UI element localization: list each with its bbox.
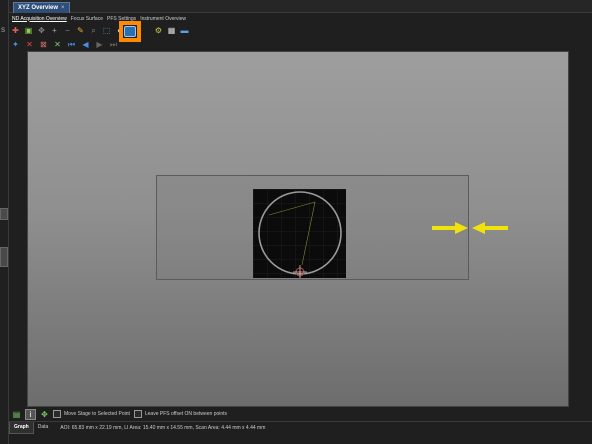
move-icon[interactable]: ✥ bbox=[36, 25, 47, 36]
tab-graph[interactable]: Graph bbox=[9, 421, 34, 434]
clear-icon[interactable]: ⊠ bbox=[38, 39, 49, 50]
right-pointing-arrow bbox=[432, 222, 468, 234]
left-pointing-arrow bbox=[472, 222, 508, 234]
info-icon[interactable]: i bbox=[25, 408, 36, 420]
left-splitter-handle[interactable] bbox=[0, 208, 8, 220]
fit-icon[interactable]: ⬚ bbox=[101, 25, 112, 36]
layers-icon[interactable]: ▤ bbox=[12, 410, 21, 419]
bottom-options-bar: ▤ i ✥ Move Stage to Selected Point Leave… bbox=[9, 407, 592, 421]
scan-image-graphic bbox=[253, 189, 346, 278]
move-stage-option[interactable]: Move Stage to Selected Point bbox=[53, 410, 130, 418]
clear-all-icon[interactable]: ✕ bbox=[52, 39, 63, 50]
window-tab[interactable]: XYZ Overview × bbox=[13, 2, 70, 13]
delete-icon[interactable]: ✕ bbox=[24, 39, 35, 50]
left-edge-panel: S bbox=[0, 0, 9, 444]
view-subtabs: ND Acquisition Overview Focus Surface PF… bbox=[9, 14, 592, 23]
window-tab-title: XYZ Overview bbox=[18, 5, 59, 11]
left-splitter-handle-2[interactable] bbox=[0, 247, 8, 267]
tab-data[interactable]: Data bbox=[34, 422, 53, 433]
close-icon[interactable]: × bbox=[61, 3, 65, 13]
subtab-nd-acquisition-overview[interactable]: ND Acquisition Overview bbox=[12, 16, 67, 22]
overview-scan-icon[interactable] bbox=[124, 26, 136, 37]
first-icon[interactable]: ⏮ bbox=[66, 39, 77, 50]
settings-icon[interactable]: ⚙ bbox=[153, 25, 164, 36]
remove-icon[interactable]: − bbox=[62, 25, 73, 36]
leave-pfs-option[interactable]: Leave PFS offset ON between points bbox=[133, 410, 228, 418]
sync-icon[interactable]: ✥ bbox=[40, 410, 49, 419]
left-strip-label: S bbox=[1, 28, 6, 34]
next-icon[interactable]: ▶ bbox=[94, 39, 105, 50]
scan-image[interactable] bbox=[253, 189, 346, 278]
subtab-focus-surface[interactable]: Focus Surface bbox=[71, 16, 103, 22]
leave-pfs-checkbox[interactable] bbox=[133, 410, 142, 418]
status-bar: Graph Data AOI: 65.83 mm x 22.19 mm, LI … bbox=[9, 421, 592, 434]
add-point-icon[interactable]: ✚ bbox=[10, 25, 21, 36]
leave-pfs-label: Leave PFS offset ON between points bbox=[144, 411, 228, 417]
add-icon[interactable]: + bbox=[49, 25, 60, 36]
window-tab-bar: XYZ Overview × bbox=[9, 0, 592, 13]
monitor-icon[interactable]: ▬ bbox=[179, 25, 190, 36]
move-to-icon[interactable]: ✦ bbox=[10, 39, 21, 50]
zoom-icon[interactable]: ⌕ bbox=[88, 25, 99, 36]
previous-icon[interactable]: ◀ bbox=[80, 39, 91, 50]
camera-icon[interactable]: ▦ bbox=[166, 25, 177, 36]
move-stage-checkbox[interactable] bbox=[53, 410, 61, 418]
status-text: AOI: 65.83 mm x 22.19 mm, LI Area: 15.40… bbox=[60, 424, 266, 431]
draw-icon[interactable]: ✎ bbox=[75, 25, 86, 36]
select-region-icon[interactable]: ▣ bbox=[23, 25, 34, 36]
point-toolbar: ✦ ✕ ⊠ ✕ ⏮ ◀ ▶ ⏭ bbox=[10, 38, 119, 50]
move-stage-label: Move Stage to Selected Point bbox=[64, 411, 130, 417]
subtab-instrument-overview[interactable]: Instrument Overview bbox=[140, 16, 186, 22]
spacer-icon bbox=[140, 25, 151, 36]
last-icon[interactable]: ⏭ bbox=[108, 39, 119, 50]
main-toolbar: ✚ ▣ ✥ + − ✎ ⌕ ⬚ ◐ ◎ ⚙ ▦ ▬ bbox=[10, 24, 190, 37]
